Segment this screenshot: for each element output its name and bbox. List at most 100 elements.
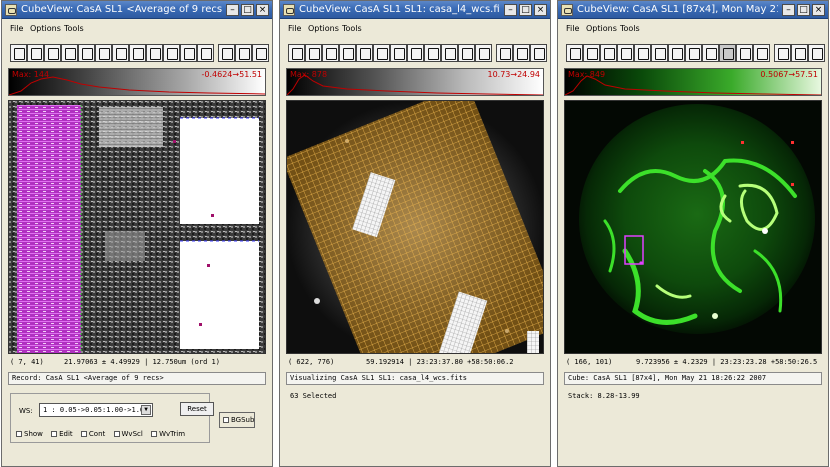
region-icon[interactable] [441,44,458,62]
zoom-icon[interactable] [566,44,583,62]
bgsub-label: BGSub [231,416,255,424]
circle-icon[interactable] [146,44,163,62]
region-icon[interactable] [163,44,180,62]
cube-image-view[interactable] [286,100,544,354]
circle-icon[interactable] [702,44,719,62]
circle-icon[interactable] [424,44,441,62]
window-title: CubeView: CasA SL1 SL1: casa_l4_wcs.fits [299,4,500,15]
sum-icon[interactable] [373,44,390,62]
stack-icon[interactable] [668,44,685,62]
reset-button[interactable]: Reset [180,402,214,416]
box-select-icon[interactable] [617,44,634,62]
line-icon[interactable] [78,44,95,62]
sum-icon[interactable] [95,44,112,62]
minimize-button[interactable]: – [504,4,517,16]
pixel-value: 9.723956 ± 4.2329 | 23:23:23.28 +58:50:2… [636,358,818,366]
contour-icon[interactable] [583,44,600,62]
edit-checkbox[interactable]: Edit [51,430,73,438]
target-icon[interactable] [530,44,547,62]
close-button[interactable]: × [534,4,547,16]
square-icon[interactable] [736,44,753,62]
stack-icon[interactable] [390,44,407,62]
bgsub-toggle[interactable]: BGSub [219,412,255,428]
square-icon[interactable] [458,44,475,62]
line-icon[interactable] [356,44,373,62]
selection-count: 63 Selected [290,392,337,400]
menu-options[interactable]: Options [586,24,617,33]
list-icon[interactable] [774,44,791,62]
aperture-icon[interactable] [407,44,424,62]
close-button[interactable]: × [812,4,825,16]
title-bar[interactable]: CubeView: CasA SL1 SL1: casa_l4_wcs.fits… [280,1,550,19]
list-icon[interactable] [496,44,513,62]
histogram-strip[interactable]: Max: 144 -0.4624→51.51 [8,68,266,96]
target-icon[interactable] [252,44,269,62]
menu-tools[interactable]: Tools [620,24,640,33]
window-title: CubeView: CasA SL1 <Average of 9 recs> [21,4,222,15]
menu-tools[interactable]: Tools [64,24,84,33]
sum-icon[interactable] [651,44,668,62]
cube-image-view[interactable] [564,100,822,354]
chevron-down-icon[interactable]: ▼ [141,405,151,415]
list-icon[interactable] [218,44,235,62]
cubeview-app-icon[interactable] [5,4,17,16]
pixel-coordinates: ( 7, 41) [10,358,44,366]
contour-icon[interactable] [305,44,322,62]
menu-file[interactable]: File [288,24,301,33]
histogram-strip[interactable]: Max: 878 10.73→24.94 [286,68,544,96]
cubeview-window-stack: CubeView: CasA SL1 [87x4], Mon May 21 – … [557,0,829,467]
maximize-button[interactable]: □ [797,4,810,16]
aperture-icon[interactable] [685,44,702,62]
region-icon[interactable] [719,44,736,62]
zoom-icon[interactable] [10,44,27,62]
aperture-icon[interactable] [129,44,146,62]
display-options: Show Edit Cont WvScl WvTrim [16,430,191,438]
cube-image-view[interactable] [8,100,266,354]
histogram-range-label: 10.73→24.94 [487,70,540,79]
title-bar[interactable]: CubeView: CasA SL1 [87x4], Mon May 21 – … [558,1,828,19]
stack-icon[interactable] [112,44,129,62]
target-icon[interactable] [808,44,825,62]
bgsub-checkbox[interactable] [223,417,229,423]
triangle-icon[interactable] [197,44,214,62]
triangle-icon[interactable] [475,44,492,62]
zoom-icon[interactable] [288,44,305,62]
show-checkbox[interactable]: Show [16,430,43,438]
menu-options[interactable]: Options [308,24,339,33]
cubeview-app-icon[interactable] [283,4,295,16]
cont-checkbox[interactable]: Cont [80,430,105,438]
stripes-icon[interactable] [791,44,808,62]
contour-icon[interactable] [27,44,44,62]
histogram-max-label: Max: 849 [568,70,606,79]
maximize-button[interactable]: □ [241,4,254,16]
average-image [9,101,265,353]
wavelength-slice-select[interactable]: 1 : 0.05->0.05:1.00->1.00 ▼ [39,403,153,417]
histogram-range-label: 0.5067→57.51 [760,70,818,79]
grid-icon[interactable] [322,44,339,62]
wvscl-checkbox[interactable]: WvScl [113,430,143,438]
minimize-button[interactable]: – [226,4,239,16]
menu-tools[interactable]: Tools [342,24,362,33]
minimize-button[interactable]: – [782,4,795,16]
menu-file[interactable]: File [10,24,23,33]
close-button[interactable]: × [256,4,269,16]
menu-options[interactable]: Options [30,24,61,33]
cubeview-window-wcs: CubeView: CasA SL1 SL1: casa_l4_wcs.fits… [279,0,551,467]
box-select-icon[interactable] [339,44,356,62]
square-icon[interactable] [180,44,197,62]
triangle-icon[interactable] [753,44,770,62]
stripes-icon[interactable] [235,44,252,62]
line-icon[interactable] [634,44,651,62]
box-select-icon[interactable] [61,44,78,62]
cubeview-app-icon[interactable] [561,4,573,16]
grid-icon[interactable] [44,44,61,62]
menu-bar: File Options Tools [2,20,272,38]
wvtrim-checkbox[interactable]: WvTrim [151,430,185,438]
maximize-button[interactable]: □ [519,4,532,16]
menu-file[interactable]: File [566,24,579,33]
grid-icon[interactable] [600,44,617,62]
stripes-icon[interactable] [513,44,530,62]
status-line: Visualizing CasA SL1 SL1: casa_l4_wcs.fi… [286,372,544,385]
title-bar[interactable]: CubeView: CasA SL1 <Average of 9 recs> –… [2,1,272,19]
histogram-strip[interactable]: Max: 849 0.5067→57.51 [564,68,822,96]
